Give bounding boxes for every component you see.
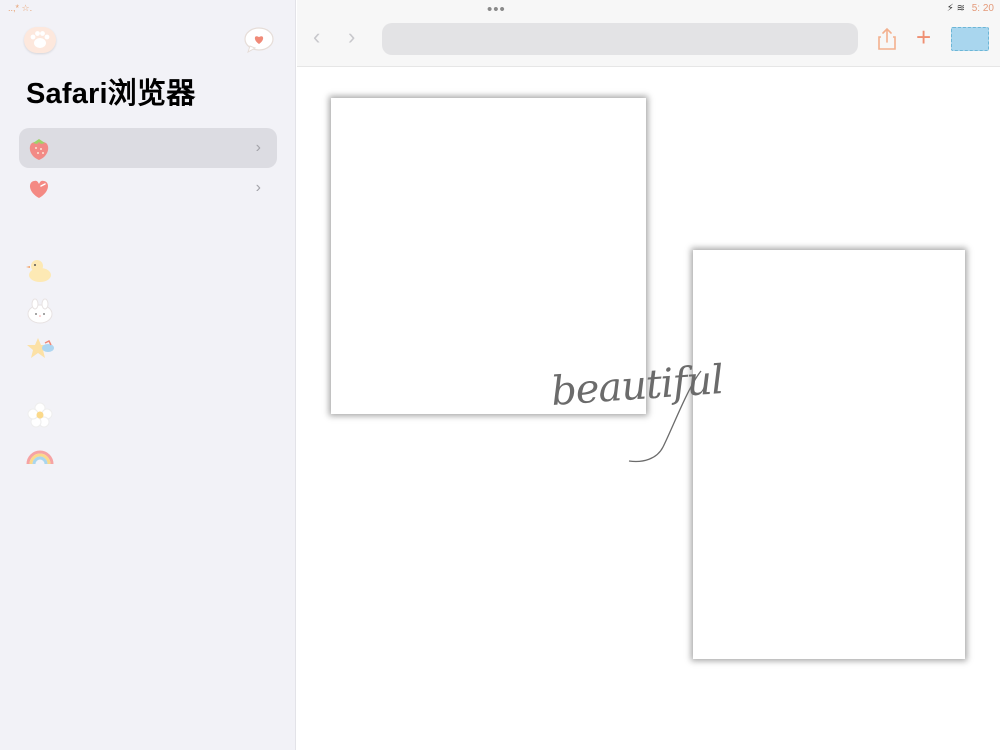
status-time: 5: 20 [971,3,994,14]
sidebar-row-1[interactable]: › [19,128,277,168]
paw-icon [30,31,50,48]
status-bar-right: ⚡ ≋ 5: 20 [947,3,994,14]
forward-button[interactable]: › [348,24,355,50]
sidebar-row-2[interactable]: › [19,168,277,208]
multitask-dots-icon[interactable]: ••• [487,1,506,18]
star-cloud-icon[interactable] [25,335,55,365]
heart-bubble-icon [244,27,274,54]
chevron-right-icon: › [255,139,261,156]
flower-icon[interactable] [25,400,55,430]
sidebar-title: Safari浏览器 [26,78,196,110]
wifi-icon: ⚡ ≋ [946,3,965,14]
heart-icon [29,180,49,198]
script-flourish [628,370,702,463]
new-tab-button[interactable]: + [916,22,931,52]
sidebar: ..,* ☆. Safari浏览器 › › [0,0,296,750]
web-content: beautiful [297,67,1000,750]
duck-icon[interactable] [25,255,55,285]
bunny-icon[interactable] [25,296,55,326]
chevron-right-icon: › [255,179,261,196]
back-button[interactable]: ‹ [313,24,320,50]
rainbow-icon[interactable] [25,442,55,472]
tabs-overview-button[interactable] [951,27,989,51]
status-bar-left: ..,* ☆. [8,3,33,13]
heart-bubble-button[interactable] [243,26,275,54]
browser-toolbar: ••• ⚡ ≋ 5: 20 ‹ › + [297,0,1000,67]
photo-frame-2 [693,250,965,659]
paw-button[interactable] [24,27,56,53]
strawberry-icon [29,139,49,160]
address-bar[interactable] [382,23,858,55]
share-icon[interactable] [877,27,897,51]
